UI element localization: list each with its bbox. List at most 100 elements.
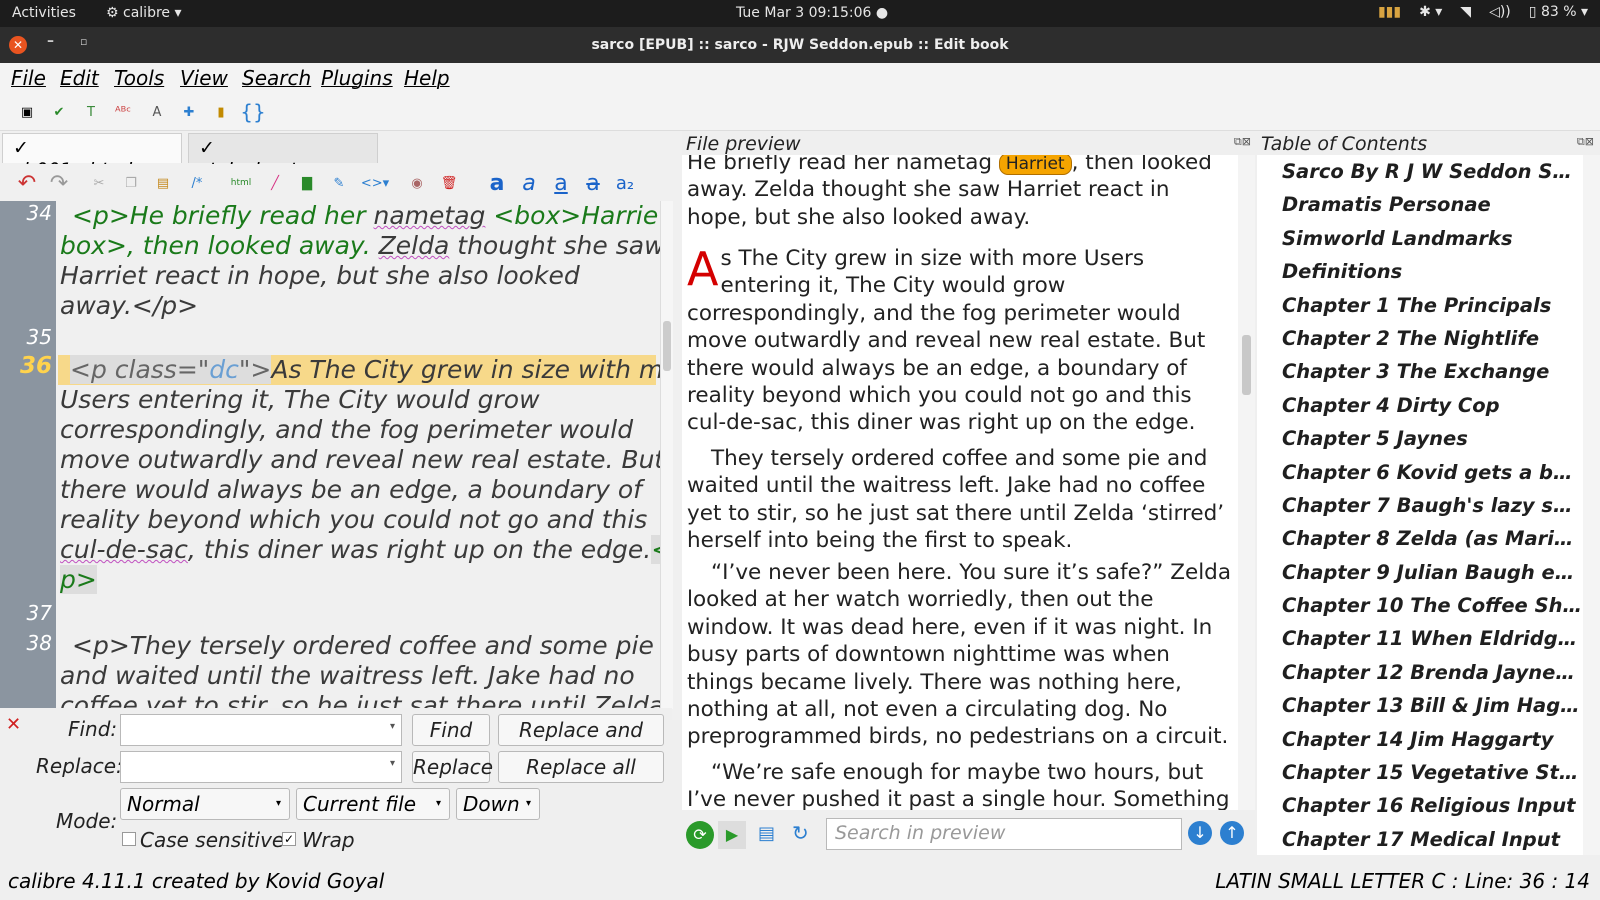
menu-help[interactable]: Help [404,66,450,90]
menu-view[interactable]: View [180,66,228,90]
case-sensitive-checkbox[interactable] [122,832,136,846]
code-editor[interactable]: 34 35 36 37 38 <p>He briefly read her na… [0,201,672,709]
find-input[interactable]: ▾ [120,714,402,746]
toc-item[interactable]: Chapter 17 Medical Input [1282,828,1582,851]
wrap-checkbox[interactable]: ✓ [282,832,296,846]
refresh-icon[interactable]: ↻ [792,821,809,845]
toc-item[interactable]: Chapter 16 Religious Input [1282,794,1582,817]
dropdown-arrow-icon[interactable]: ▾ [390,721,395,732]
menu-tools[interactable]: Tools [114,66,164,90]
braces-icon[interactable]: {} [240,99,266,125]
scroll-thumb[interactable] [1242,335,1251,395]
check-spelling-icon[interactable]: ᴬᴮᶜ [110,99,136,125]
toc-item[interactable]: Chapter 1 The Principals [1282,294,1582,317]
preview-scrollbar[interactable] [1238,155,1255,810]
copy-icon[interactable]: ❐ [118,170,144,196]
tab-stylesheet[interactable]: ✓ stylesheet.css⊗ [188,133,378,181]
bar-chart-icon[interactable]: ▮ [208,99,234,125]
app-menu[interactable]: ⚙ calibre ▾ [106,5,182,21]
library-icon[interactable]: ▮▮▮ [1378,4,1401,20]
replace-all-button[interactable]: Replace all [498,751,664,783]
replace-button[interactable]: Replace [412,751,493,783]
tab-ch001[interactable]: ✓ ch001.xhtml⊗ [2,133,182,181]
toc-item[interactable]: Chapter 14 Jim Haggarty [1282,728,1582,751]
current-line-number: 36 [19,353,52,379]
toc-item[interactable]: Chapter 11 When Eldridge ... [1282,627,1582,650]
underline-a-icon[interactable]: a [548,170,574,196]
direction-select[interactable]: Down ▾ [456,788,540,820]
undo-icon[interactable]: ↶ [14,170,40,196]
subscript-icon[interactable]: a₂ [612,170,638,196]
wifi-icon[interactable]: ◥ [1460,4,1471,20]
scope-select[interactable]: Current file ▾ [296,788,450,820]
sync-file-icon[interactable]: ▤ [758,823,775,844]
replace-input[interactable]: ▾ [120,751,402,783]
insert-tag-icon[interactable]: <>▾ [361,170,389,196]
paste-icon[interactable]: ▤ [150,170,176,196]
float-panel-icon[interactable]: ⧉ [1234,135,1242,148]
preview-content[interactable]: He briefly read her nametag Harriet, the… [682,155,1238,810]
insert-link-icon[interactable]: ✎ [326,170,352,196]
code-text: Zelda [378,231,450,260]
search-preview-input[interactable]: Search in preview [826,818,1182,850]
find-button[interactable]: Find [412,714,490,746]
spellcheck-icon[interactable]: ✔ [46,99,72,125]
search-next-icon[interactable]: ↓ [1188,821,1212,845]
beautify-icon[interactable]: ╱ [262,170,288,196]
toc-item[interactable]: Chapter 6 Kovid gets a break [1282,461,1582,484]
float-panel-icon[interactable]: ⧉ [1577,135,1585,148]
toc-item[interactable]: Chapter 5 Jaynes [1282,427,1582,450]
editor-scrollbar[interactable] [660,201,673,709]
auto-reload-icon[interactable]: ⟳ [686,821,714,849]
replace-and-find-button[interactable]: Replace and Find [498,714,664,772]
menu-edit[interactable]: Edit [60,66,99,90]
plugin-puzzle-icon[interactable]: ✚ [176,99,202,125]
editor-toolbar: ↶ ↷ ✂ ❐ ▤ /* html ╱ ▇ ✎ <>▾ ◉ 🗑 a a a a … [0,164,682,200]
redo-icon[interactable]: ↷ [46,170,72,196]
toc-item[interactable]: Chapter 4 Dirty Cop [1282,394,1582,417]
text-icon[interactable]: T [78,99,104,125]
toc-item[interactable]: Chapter 10 The Coffee Sho... [1282,594,1582,617]
cut-icon[interactable]: ✂ [86,170,112,196]
toc-item[interactable]: Chapter 8 Zelda (as Marie)... [1282,527,1582,550]
comment-icon[interactable]: /* [184,170,210,196]
accessibility-icon[interactable]: ✱ ▾ [1419,4,1442,20]
toc-item[interactable]: Definitions [1282,260,1582,283]
dropdown-arrow-icon[interactable]: ▾ [390,758,395,769]
mode-select[interactable]: Normal ▾ [120,788,290,820]
bold-a-icon[interactable]: a [484,170,510,196]
play-icon[interactable]: ▶ [718,821,746,849]
html-check-icon[interactable]: html [228,170,254,196]
italic-a-icon[interactable]: a [516,170,542,196]
close-find-icon[interactable]: ✕ [6,714,21,735]
toc-item[interactable]: Chapter 3 The Exchange [1282,360,1582,383]
delete-icon[interactable]: 🗑 [436,170,462,196]
volume-icon[interactable]: ◁)) [1489,4,1511,20]
toc-item[interactable]: Chapter 13 Bill & Jim Hag... [1282,694,1582,717]
editor-pane: ✓ ch001.xhtml⊗ ✓ stylesheet.css⊗ ↶ ↷ ✂ ❐… [0,131,682,720]
menu-plugins[interactable]: Plugins [321,66,393,90]
scroll-thumb[interactable] [663,321,671,371]
insert-file-icon[interactable]: ▇ [294,170,320,196]
toc-item[interactable]: Chapter 12 Brenda Jaynes ... [1282,661,1582,684]
toc-item[interactable]: Chapter 9 Julian Baugh en... [1282,561,1582,584]
toc-item[interactable]: Sarco By R J W Seddon SCI... [1282,160,1582,183]
clock[interactable]: Tue Mar 3 09:15:06 ● [736,5,888,21]
toc-item[interactable]: Chapter 7 Baugh's lazy sho... [1282,494,1582,517]
search-prev-icon[interactable]: ↑ [1220,821,1244,845]
close-panel-icon[interactable]: ⊠ [1585,135,1594,148]
menu-search[interactable]: Search [242,66,311,90]
color-picker-icon[interactable]: ◉ [404,170,430,196]
font-icon[interactable]: A [144,99,170,125]
toc-scrollbar[interactable] [1583,155,1600,855]
chip-icon[interactable]: ▣ [14,99,40,125]
battery-indicator[interactable]: ▯ 83 % ▾ [1529,4,1588,20]
strike-a-icon[interactable]: a [580,170,606,196]
activities-button[interactable]: Activities [12,5,76,21]
toc-item[interactable]: Chapter 15 Vegetative State [1282,761,1582,784]
toc-item[interactable]: Dramatis Personae [1282,193,1582,216]
menu-file[interactable]: File [11,66,46,90]
toc-item[interactable]: Simworld Landmarks [1282,227,1582,250]
close-panel-icon[interactable]: ⊠ [1242,135,1251,148]
toc-item[interactable]: Chapter 2 The Nightlife [1282,327,1582,350]
